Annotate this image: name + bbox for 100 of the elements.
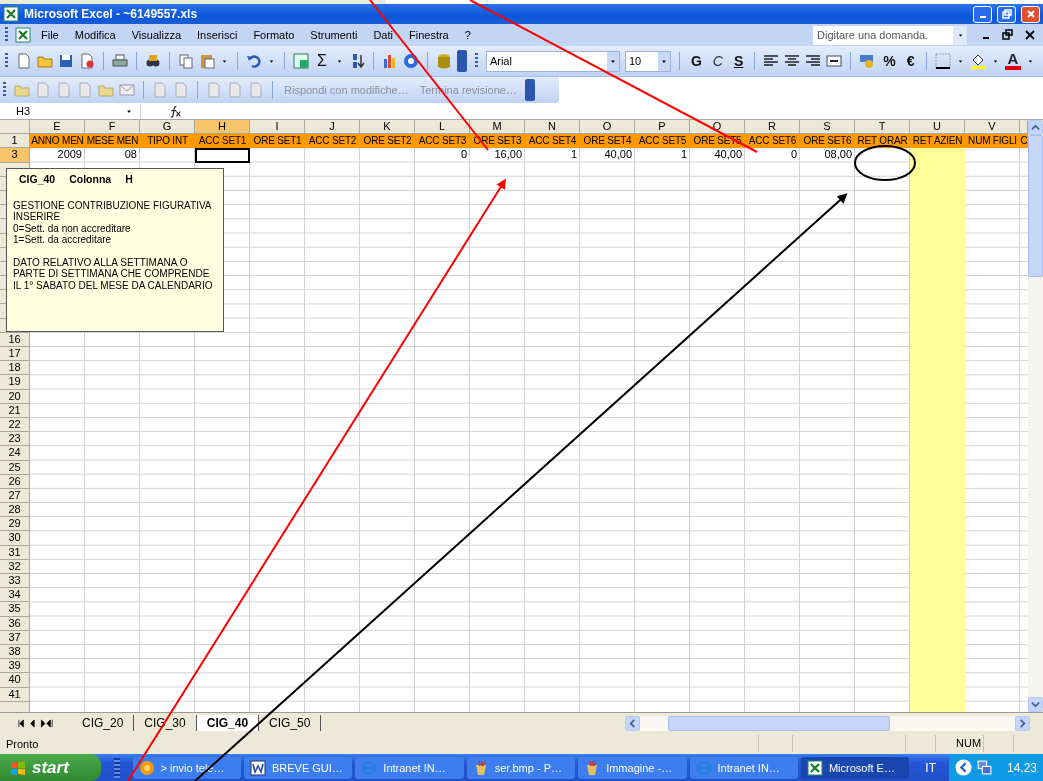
undo-icon[interactable]: [246, 53, 262, 69]
horizontal-scrollbar[interactable]: [625, 715, 1030, 731]
toolbar-grip[interactable]: [113, 757, 120, 778]
clipboard-icon[interactable]: [199, 53, 215, 69]
language-indicator[interactable]: IT: [915, 760, 946, 775]
taskbar-button[interactable]: Intranet IN…: [355, 756, 464, 779]
printer-icon[interactable]: [112, 53, 128, 69]
menu-item[interactable]: Modifica: [68, 29, 122, 41]
italic-button[interactable]: C: [709, 53, 726, 69]
ask-field[interactable]: Digitare una domanda.: [813, 25, 953, 45]
column-header[interactable]: J: [305, 120, 360, 135]
row-header[interactable]: 34: [0, 588, 30, 603]
restore-icon[interactable]: [1002, 29, 1014, 41]
column-header[interactable]: K: [360, 120, 415, 135]
toolbar-options-button[interactable]: [456, 50, 467, 72]
menu-item[interactable]: Visualizza: [125, 29, 188, 41]
function-icon[interactable]: [169, 104, 182, 118]
column-header[interactable]: T: [855, 120, 910, 135]
column-header[interactable]: H: [195, 120, 250, 135]
column-header[interactable]: V: [965, 120, 1020, 135]
column-header[interactable]: I: [250, 120, 305, 135]
spreadsheet-icon[interactable]: [293, 53, 309, 69]
close-icon[interactable]: [1024, 29, 1036, 41]
taskbar-button[interactable]: ser.bmp - P…: [466, 756, 576, 779]
restore-button[interactable]: [997, 5, 1016, 23]
column-header[interactable]: F: [85, 120, 140, 135]
taskbar-button[interactable]: Intranet IN…: [689, 756, 798, 779]
bar-chart-icon[interactable]: [381, 53, 398, 69]
align-left-icon[interactable]: [763, 53, 780, 69]
euro-button[interactable]: €: [903, 53, 918, 69]
menu-item[interactable]: Dati: [367, 29, 399, 41]
row-header[interactable]: 40: [0, 673, 30, 688]
help-icon[interactable]: [402, 53, 419, 69]
align-center-icon[interactable]: [784, 53, 801, 69]
row-header[interactable]: 1: [0, 134, 30, 149]
row-header[interactable]: 29: [0, 517, 30, 532]
underline-button[interactable]: S: [730, 53, 747, 69]
taskbar-button[interactable]: BREVE GUI…: [243, 756, 353, 779]
close-button[interactable]: [1021, 5, 1040, 23]
row-header[interactable]: 24: [0, 446, 30, 461]
menu-item[interactable]: File: [35, 29, 65, 41]
menu-item[interactable]: Finestra: [403, 29, 455, 41]
font-color-button[interactable]: A: [1004, 52, 1022, 70]
row-header[interactable]: 3: [0, 148, 30, 163]
font-field[interactable]: Arial: [485, 50, 620, 72]
row-header[interactable]: 19: [0, 375, 30, 390]
taskbar-button[interactable]: Immagine -…: [578, 756, 687, 779]
row-header[interactable]: 28: [0, 503, 30, 518]
row-header[interactable]: 30: [0, 531, 30, 546]
row-header[interactable]: 39: [0, 659, 30, 674]
database-icon[interactable]: [435, 53, 452, 69]
select-all-corner[interactable]: [0, 120, 30, 135]
column-header[interactable]: R: [745, 120, 800, 135]
fill-bucket-icon[interactable]: [969, 53, 986, 69]
sheet-tab[interactable]: CIG_40: [196, 715, 260, 731]
name-box[interactable]: H3: [0, 103, 141, 119]
column-header[interactable]: G: [140, 120, 195, 135]
merge-cells-icon[interactable]: [826, 53, 843, 69]
column-header[interactable]: P: [635, 120, 690, 135]
spreadsheet-icon[interactable]: [15, 27, 31, 43]
column-header[interactable]: O: [580, 120, 635, 135]
column-header[interactable]: U: [910, 120, 965, 135]
row-header[interactable]: 33: [0, 574, 30, 589]
scrollbar-thumb[interactable]: [668, 715, 890, 731]
folder-icon[interactable]: [37, 53, 53, 69]
menu-item[interactable]: Strumenti: [304, 29, 364, 41]
row-header[interactable]: 35: [0, 602, 30, 617]
vertical-scrollbar[interactable]: [1028, 120, 1043, 712]
row-header[interactable]: 23: [0, 432, 30, 447]
currency-icon[interactable]: [859, 53, 876, 69]
menu-item[interactable]: ?: [458, 29, 477, 41]
align-right-icon[interactable]: [805, 53, 822, 69]
chevron-left-icon[interactable]: [954, 759, 972, 776]
document-icon[interactable]: [79, 53, 95, 69]
network-icon[interactable]: [975, 759, 993, 776]
menu-item[interactable]: Inserisci: [191, 29, 244, 41]
column-header[interactable]: M: [470, 120, 525, 135]
taskbar-button[interactable]: Microsoft E…: [800, 756, 910, 779]
sum-button[interactable]: Σ: [314, 52, 330, 70]
scrollbar-thumb[interactable]: [1028, 135, 1043, 277]
start-button[interactable]: start: [0, 754, 101, 781]
row-header[interactable]: 18: [0, 361, 30, 376]
percent-button[interactable]: %: [880, 53, 899, 69]
column-header[interactable]: L: [415, 120, 470, 135]
binoculars-icon[interactable]: [145, 53, 161, 69]
menu-item[interactable]: Formato: [247, 29, 301, 41]
envelope-icon[interactable]: [119, 82, 135, 98]
column-header[interactable]: S: [800, 120, 855, 135]
row-header[interactable]: 17: [0, 347, 30, 362]
toolbar-options-button[interactable]: [524, 79, 535, 101]
column-header[interactable]: [1020, 120, 1028, 135]
font-size-field[interactable]: 10: [624, 50, 671, 72]
minimize-button[interactable]: [973, 5, 992, 23]
borders-icon[interactable]: [934, 53, 951, 69]
document-icon[interactable]: [16, 53, 32, 69]
row-header[interactable]: [0, 701, 30, 712]
bold-button[interactable]: G: [687, 53, 705, 69]
copy-icon[interactable]: [178, 53, 194, 69]
column-header[interactable]: N: [525, 120, 580, 135]
column-header[interactable]: E: [30, 120, 85, 135]
